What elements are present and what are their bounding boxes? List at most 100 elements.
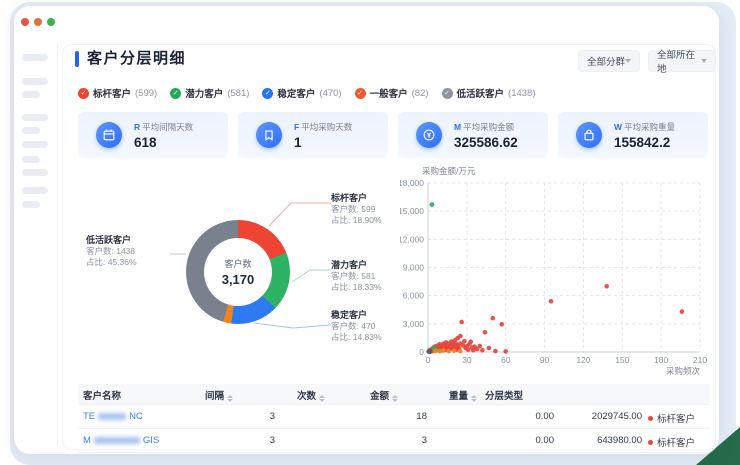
scatter-point[interactable] [487, 346, 492, 351]
scatter-point[interactable] [503, 349, 508, 354]
tier-dot-icon [648, 416, 653, 421]
column-header-4[interactable]: 金额 [370, 388, 398, 402]
scatter-point[interactable] [446, 349, 451, 354]
check-circle-icon: ✓ [170, 88, 181, 99]
scatter-point[interactable] [437, 349, 442, 354]
traffic-light[interactable] [34, 18, 42, 26]
stat-label-text: 平均采购金额 [463, 122, 514, 132]
y-tick-label: 18,000 [400, 178, 424, 188]
table-row: MGIS330.00643980.00标杆客户 [78, 429, 710, 453]
sidebar-skeleton-item [22, 169, 48, 176]
check-circle-icon: ✓ [442, 88, 453, 99]
legend-item[interactable]: ✓标杆客户(599) [78, 86, 157, 100]
scatter-point[interactable] [468, 339, 473, 344]
y-tick-label: 12,000 [400, 234, 424, 244]
name-suffix: GIS [143, 435, 159, 446]
sort-icon[interactable] [319, 395, 325, 402]
chevron-down-icon [625, 59, 631, 63]
scatter-chart[interactable]: 03,0006,0009,00012,00015,00018,000030609… [400, 160, 716, 380]
sidebar-divider [57, 44, 58, 446]
column-header-5[interactable]: 重量 [449, 388, 477, 402]
column-header-6: 分层类型 [485, 388, 523, 402]
scatter-point[interactable] [462, 339, 467, 344]
legend-count: (470) [319, 88, 341, 99]
scatter-point[interactable] [680, 309, 685, 314]
legend-label: 稳定客户 [277, 86, 315, 100]
stat-card-body: W平均采购重量 155842.2 [614, 121, 675, 150]
y-tick-label: 6,000 [403, 291, 425, 301]
scatter-point[interactable] [441, 348, 446, 353]
legend-item[interactable]: ✓潜力客户(581) [170, 86, 249, 100]
cell-amount: 0.00 [536, 411, 555, 422]
callout-name: 潜力客户 [331, 260, 382, 271]
stat-prefix: W [614, 122, 622, 132]
column-header-label: 分层类型 [485, 391, 523, 402]
stat-label-text: 平均间隔天数 [142, 122, 193, 132]
stat-value: 1 [294, 135, 352, 150]
scatter-point[interactable] [459, 320, 464, 325]
scatter-point[interactable] [483, 330, 488, 335]
scatter-point[interactable] [428, 349, 433, 354]
scatter-point[interactable] [493, 349, 498, 354]
x-tick-label: 60 [501, 355, 511, 365]
column-header-3[interactable]: 次数 [297, 388, 325, 402]
segment-filter-label: 全部分群 [587, 54, 625, 68]
donut-callout: 潜力客户客户数: 581占比: 18.33% [331, 260, 382, 293]
scatter-point[interactable] [604, 284, 609, 289]
sort-icon[interactable] [227, 395, 233, 402]
legend-count: (1438) [508, 88, 535, 99]
traffic-light[interactable] [21, 18, 29, 26]
data-table: 客户名称间隔次数金额重量分层类型TENC3180.002029745.00标杆客… [78, 384, 710, 453]
stat-card: W平均采购重量 155842.2 [558, 112, 708, 158]
callout-pct: 占比: 18.33% [331, 282, 382, 293]
location-filter-label: 全部所在地 [657, 47, 701, 75]
scatter-point[interactable] [434, 348, 439, 353]
bookmark-icon [256, 122, 282, 148]
callout-name: 低活跃客户 [86, 235, 137, 246]
column-header-label: 金额 [370, 391, 389, 402]
traffic-light[interactable] [47, 18, 55, 26]
legend-item[interactable]: ✓一般客户(82) [355, 86, 429, 100]
legend-item[interactable]: ✓ 低活跃客户(1438) [442, 86, 536, 100]
sidebar-skeleton-item [22, 201, 40, 208]
sort-icon[interactable] [471, 395, 477, 402]
stat-label-text: 平均采购天数 [301, 122, 352, 132]
legend-item[interactable]: ✓ 稳定客户 (470) [262, 86, 341, 100]
customer-name-link[interactable]: TENC [83, 411, 143, 422]
cell-weight: 2029745.00 [592, 411, 642, 422]
table-header: 客户名称间隔次数金额重量分层类型 [78, 384, 710, 405]
check-circle-icon: ✓ [78, 88, 89, 99]
scatter-point[interactable] [452, 349, 457, 354]
location-filter-dropdown[interactable]: 全部所在地 [648, 50, 716, 72]
scatter-point[interactable] [478, 344, 483, 349]
scatter-point[interactable] [480, 348, 485, 353]
sort-icon[interactable] [392, 395, 398, 402]
donut-chart[interactable]: 客户数 3,170 标杆客户客户数: 599占比: 18.90%潜力客户客户数:… [78, 175, 396, 375]
sidebar-skeleton-item [22, 91, 40, 98]
cell-interval: 3 [270, 411, 275, 422]
stat-label: W平均采购重量 [614, 121, 675, 133]
title-accent-bar [75, 51, 79, 67]
scatter-point[interactable] [430, 202, 435, 207]
column-header-2[interactable]: 间隔 [205, 388, 233, 402]
customer-name-link[interactable]: MGIS [83, 435, 159, 446]
segment-filter-dropdown[interactable]: 全部分群 [578, 50, 640, 72]
scatter-point[interactable] [458, 349, 463, 354]
x-tick-label: 120 [576, 355, 590, 365]
sidebar-skeleton-item [22, 156, 40, 163]
scatter-point[interactable] [458, 334, 463, 339]
coin-icon [416, 122, 442, 148]
stat-label-text: 平均采购重量 [624, 122, 675, 132]
scatter-point[interactable] [491, 316, 496, 321]
stat-prefix: R [134, 122, 140, 132]
donut-center-label: 客户数 [224, 257, 251, 270]
stat-cards: R平均间隔天数618F平均采购天数1M平均采购金额325586.62W平均采购重… [78, 112, 708, 158]
check-circle-icon: ✓ [262, 88, 273, 99]
scatter-point[interactable] [549, 299, 554, 304]
stat-value: 155842.2 [614, 135, 675, 150]
donut-center-value: 3,170 [222, 272, 255, 287]
donut-ring[interactable]: 客户数 3,170 [186, 220, 290, 324]
legend-label: 低活跃客户 [457, 86, 505, 100]
scatter-point[interactable] [500, 322, 505, 327]
stat-label: R平均间隔天数 [134, 121, 193, 133]
